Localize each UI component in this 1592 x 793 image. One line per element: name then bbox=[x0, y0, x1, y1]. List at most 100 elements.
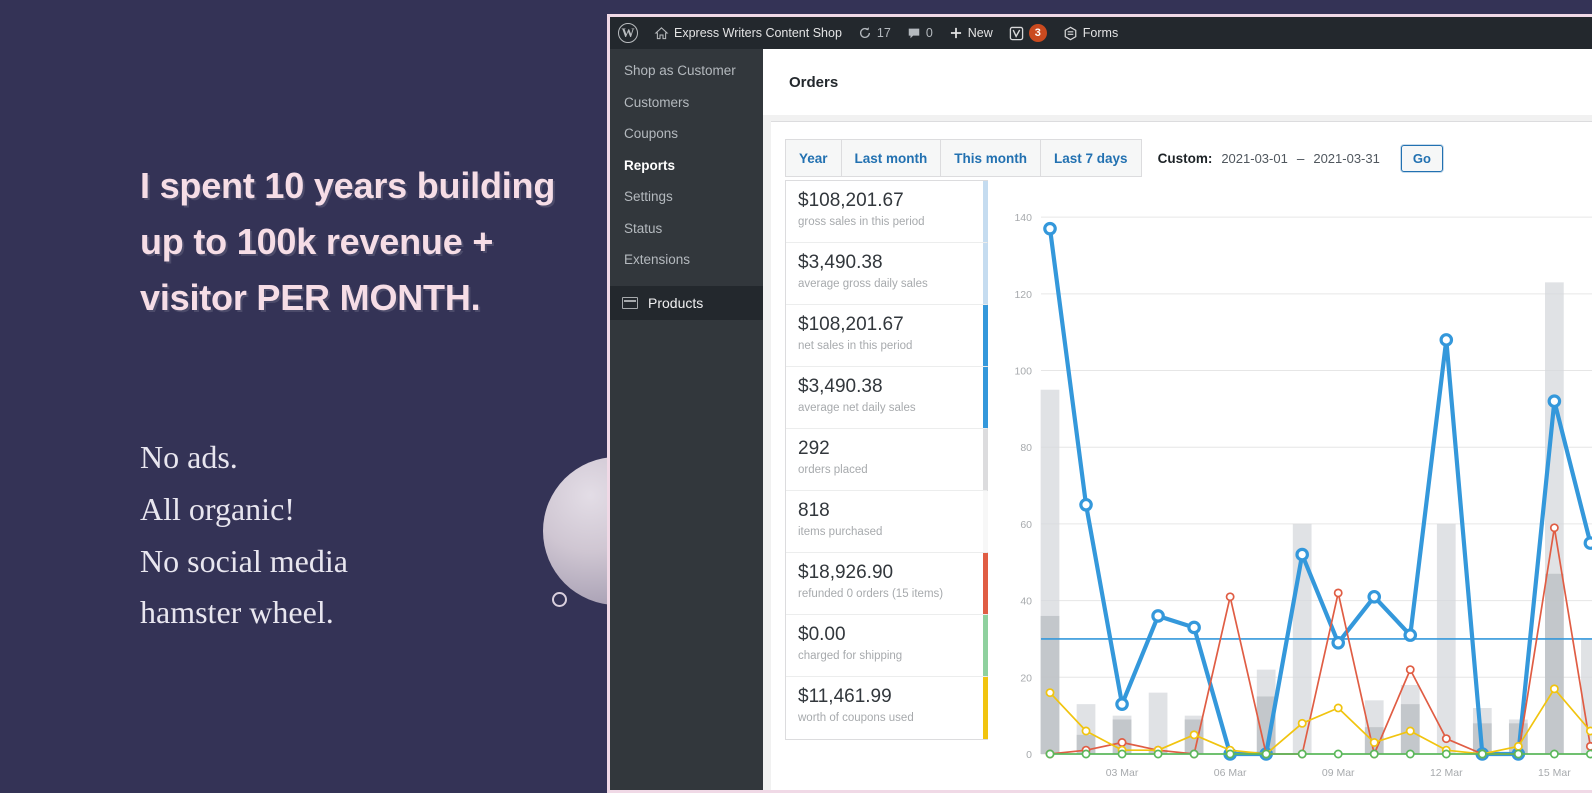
stat-value: 818 bbox=[798, 500, 830, 521]
stat-label: worth of coupons used bbox=[798, 711, 914, 724]
svg-text:120: 120 bbox=[1014, 289, 1032, 301]
comments-count: 0 bbox=[925, 26, 933, 40]
wp-admin-bar: W Express Writers Content Shop 17 0 New bbox=[610, 17, 1592, 49]
stat-value: $0.00 bbox=[798, 624, 846, 645]
stat-gross-sales[interactable]: $108,201.67 gross sales in this period bbox=[786, 181, 988, 243]
products-icon bbox=[622, 296, 638, 309]
stat-items-purchased[interactable]: 818 items purchased bbox=[786, 491, 988, 553]
ring-decoration-icon bbox=[552, 592, 567, 607]
svg-text:40: 40 bbox=[1020, 596, 1032, 608]
update-icon bbox=[858, 26, 872, 40]
promo-subline-3: No social media bbox=[140, 542, 348, 579]
promo-subtext: No ads. All organic! No social media ham… bbox=[140, 432, 540, 639]
stat-label: orders placed bbox=[798, 463, 868, 476]
stat-value: $18,926.90 bbox=[798, 562, 894, 583]
stat-label: refunded 0 orders (15 items) bbox=[798, 587, 944, 600]
go-button[interactable]: Go bbox=[1400, 144, 1443, 172]
yoast-count-badge: 3 bbox=[1028, 24, 1047, 42]
promo-headline: I spent 10 years building up to 100k rev… bbox=[140, 165, 556, 318]
sidebar-item-shop-as-customer[interactable]: Shop as Customer bbox=[610, 55, 763, 87]
stat-value: 292 bbox=[798, 438, 830, 459]
sidebar-item-coupons[interactable]: Coupons bbox=[610, 118, 763, 150]
svg-text:60: 60 bbox=[1020, 519, 1032, 531]
sidebar-item-customers[interactable]: Customers bbox=[610, 87, 763, 119]
sphere-decoration-icon bbox=[543, 457, 612, 605]
tab-year[interactable]: Year bbox=[786, 140, 842, 176]
svg-text:09 Mar: 09 Mar bbox=[1322, 767, 1355, 779]
forms-label: Forms bbox=[1082, 26, 1119, 40]
stat-value: $3,490.38 bbox=[798, 252, 883, 273]
sidebar-item-extensions[interactable]: Extensions bbox=[610, 244, 763, 276]
forms-icon bbox=[1063, 26, 1078, 41]
updates-button[interactable]: 17 bbox=[850, 17, 899, 49]
sidebar-item-status[interactable]: Status bbox=[610, 213, 763, 245]
page-title: Orders bbox=[789, 73, 839, 91]
wp-admin-sidebar: Shop as Customer Customers Coupons Repor… bbox=[610, 49, 763, 790]
svg-text:100: 100 bbox=[1014, 366, 1032, 378]
tab-last-month[interactable]: Last month bbox=[842, 140, 942, 176]
svg-text:06 Mar: 06 Mar bbox=[1214, 767, 1247, 779]
sidebar-item-products[interactable]: Products bbox=[610, 285, 763, 320]
custom-range-label: Custom: bbox=[1157, 150, 1213, 166]
stat-accent-bar bbox=[983, 615, 988, 676]
svg-text:140: 140 bbox=[1014, 212, 1032, 224]
wp-logo-button[interactable]: W bbox=[610, 17, 646, 49]
stat-accent-bar bbox=[983, 553, 988, 614]
updates-count: 17 bbox=[876, 26, 891, 40]
date-from-input[interactable]: 2021-03-01 bbox=[1221, 151, 1288, 166]
stat-label: items purchased bbox=[798, 525, 883, 538]
wordpress-logo-icon: W bbox=[618, 23, 638, 43]
stat-value: $11,461.99 bbox=[798, 686, 892, 707]
comments-button[interactable]: 0 bbox=[899, 17, 941, 49]
stat-refunded[interactable]: $18,926.90 refunded 0 orders (15 items) bbox=[786, 553, 988, 615]
svg-text:03 Mar: 03 Mar bbox=[1106, 767, 1139, 779]
sales-summary-list: $108,201.67 gross sales in this period $… bbox=[785, 180, 988, 740]
chart-canvas: 0 20 40 60 80 100 120 140 03 Mar 06 Mar 09 Mar 12 M… bbox=[1014, 212, 1592, 779]
stat-accent-bar bbox=[983, 367, 988, 428]
stat-avg-net-daily[interactable]: $3,490.38 average net daily sales bbox=[786, 367, 988, 429]
stat-label: charged for shipping bbox=[798, 649, 903, 662]
promo-subline-4: hamster wheel. bbox=[140, 594, 334, 631]
stat-shipping[interactable]: $0.00 charged for shipping bbox=[786, 615, 988, 677]
comment-icon bbox=[907, 26, 921, 40]
new-content-button[interactable]: New bbox=[941, 17, 1001, 49]
report-panel: Year Last month This month Last 7 days C… bbox=[771, 121, 1592, 790]
yoast-icon bbox=[1009, 26, 1024, 41]
sidebar-item-products-label: Products bbox=[648, 294, 704, 311]
promo-subline-1: No ads. bbox=[140, 439, 238, 475]
stat-value: $108,201.67 bbox=[798, 314, 904, 335]
sidebar-item-settings[interactable]: Settings bbox=[610, 181, 763, 213]
stat-label: net sales in this period bbox=[798, 339, 913, 352]
yoast-button[interactable]: 3 bbox=[1001, 17, 1055, 49]
new-content-label: New bbox=[967, 26, 993, 40]
stat-orders-placed[interactable]: 292 orders placed bbox=[786, 429, 988, 491]
stat-accent-bar bbox=[983, 305, 988, 366]
report-area: $108,201.67 gross sales in this period $… bbox=[785, 180, 1592, 790]
custom-range-group: Custom: 2021-03-01 – 2021-03-31 Go bbox=[1157, 144, 1443, 172]
sidebar-item-reports[interactable]: Reports bbox=[610, 150, 763, 182]
svg-text:20: 20 bbox=[1020, 672, 1032, 684]
tab-this-month[interactable]: This month bbox=[941, 140, 1042, 176]
svg-text:0: 0 bbox=[1026, 749, 1032, 761]
admin-content-area: Orders Year Last month This month Last 7… bbox=[763, 49, 1592, 790]
forms-button[interactable]: Forms bbox=[1055, 17, 1126, 49]
stat-coupons[interactable]: $11,461.99 worth of coupons used bbox=[786, 677, 988, 739]
stat-label: average gross daily sales bbox=[798, 277, 928, 290]
tab-last-7-days[interactable]: Last 7 days bbox=[1041, 140, 1141, 176]
plus-icon bbox=[949, 26, 963, 40]
stat-accent-bar bbox=[983, 491, 988, 552]
sales-chart[interactable]: 0 20 40 60 80 100 120 140 03 Mar 06 Mar 09 Mar 12 M… bbox=[999, 180, 1592, 790]
date-range-dash: – bbox=[1296, 150, 1305, 166]
stat-accent-bar bbox=[983, 429, 988, 490]
date-to-input[interactable]: 2021-03-31 bbox=[1313, 151, 1380, 166]
promo-panel: I spent 10 years building up to 100k rev… bbox=[0, 0, 612, 793]
stat-accent-bar bbox=[983, 243, 988, 304]
browser-viewport: W Express Writers Content Shop 17 0 New bbox=[610, 17, 1592, 790]
stat-label: gross sales in this period bbox=[798, 215, 925, 228]
promo-subline-2: All organic! bbox=[140, 490, 295, 527]
stat-accent-bar bbox=[983, 677, 988, 739]
stat-avg-gross-daily[interactable]: $3,490.38 average gross daily sales bbox=[786, 243, 988, 305]
stat-net-sales[interactable]: $108,201.67 net sales in this period bbox=[786, 305, 988, 367]
site-name-button[interactable]: Express Writers Content Shop bbox=[646, 17, 850, 49]
home-icon bbox=[654, 26, 669, 41]
